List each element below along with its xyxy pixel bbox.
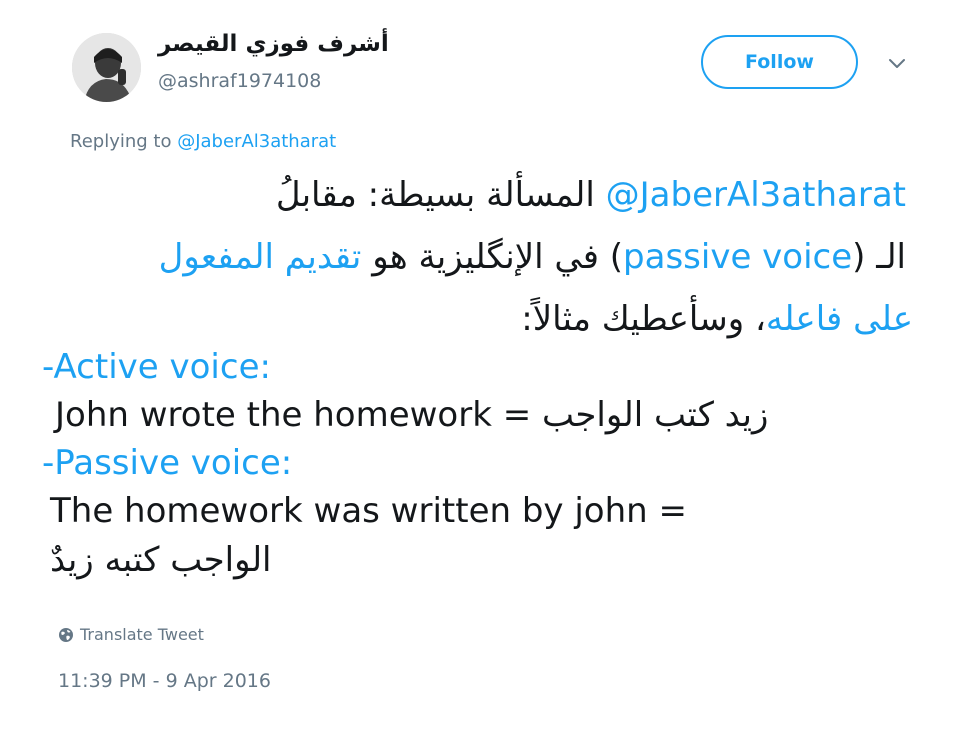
globe-icon [59,627,73,642]
tweet-line-active-example: John wrote the homework = زيد كتب الواجب [55,395,769,435]
hashtag-link-2[interactable]: على فاعله [766,299,913,339]
tweet-line-1: @JaberAl3atharat المسألة بسيطة: مقابلُ [276,175,906,215]
tweet-line-2-b: ) في الإنگليزية هو [361,237,624,277]
tweet-timestamp[interactable]: 11:39 PM - 9 Apr 2016 [58,670,271,692]
tweet-line-passive-arabic: الواجب كتبه زيدٌ [50,540,272,580]
avatar-image [72,33,141,102]
tweet-line-passive-voice: -Passive voice: [42,443,293,483]
tweet-line-passive-example: The homework was written by john = [50,491,688,531]
tweet-line-3: على فاعله، وسأعطيك مثالاً: [521,299,913,339]
translate-label: Translate Tweet [80,625,204,644]
avatar[interactable] [72,33,141,102]
replying-to: Replying to @JaberAl3atharat [70,131,336,152]
tweet-line-2: الـ (passive voice) في الإنگليزية هو تقد… [159,237,906,277]
chevron-down-icon[interactable] [884,50,910,76]
replying-prefix: Replying to [70,131,178,152]
author-name[interactable]: أشرف فوزي القيصر [158,31,389,57]
passive-voice-hashtag-link[interactable]: passive voice [623,237,852,277]
tweet-line-active-voice: -Active voice: [42,347,271,387]
follow-button[interactable]: Follow [701,35,858,89]
hashtag-link-1[interactable]: تقديم المفعول [159,237,362,277]
tweet-line-2-a: الـ ( [852,237,906,277]
translate-tweet-link[interactable]: Translate Tweet [58,625,204,644]
tweet-line-1-text: المسألة بسيطة: مقابلُ [275,175,595,215]
tweet-line-3-text: ، وسأعطيك مثالاً: [521,299,766,339]
tweet-mention-link[interactable]: @JaberAl3atharat [606,175,906,215]
author-handle[interactable]: @ashraf1974108 [158,70,321,92]
tweet: أشرف فوزي القيصر @ashraf1974108 Follow R… [0,0,959,734]
replying-mention-link[interactable]: @JaberAl3atharat [177,131,336,152]
